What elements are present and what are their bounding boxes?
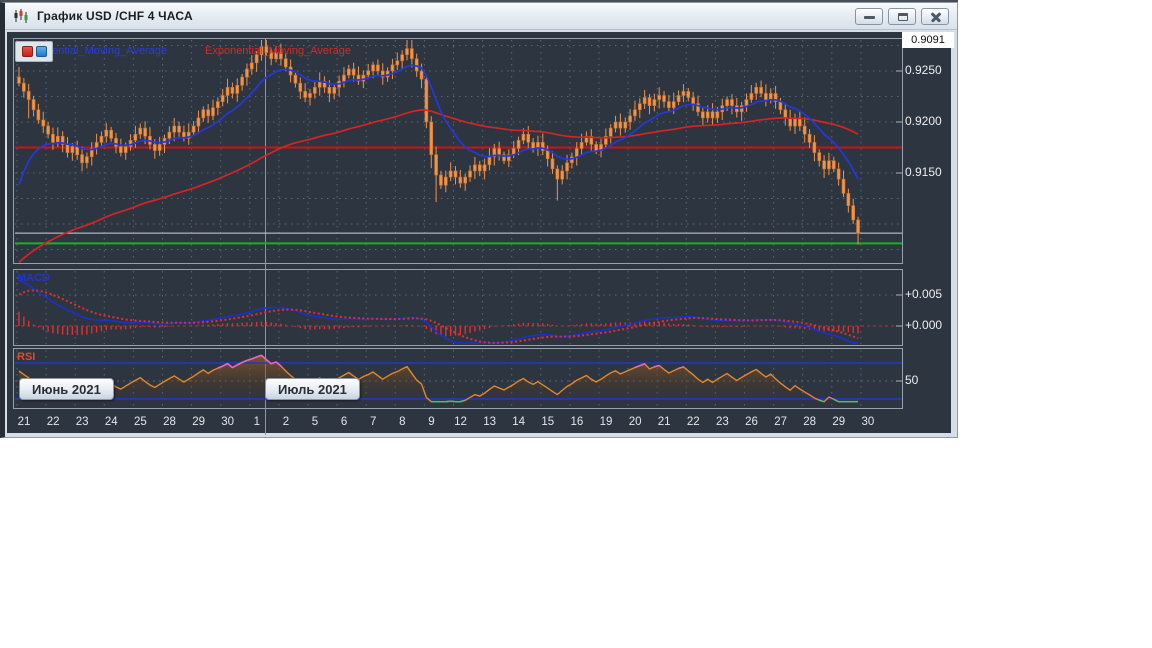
current-price-tag: 0.9091 xyxy=(902,32,954,48)
x-axis-label: 21 xyxy=(657,416,671,428)
x-axis-label: 14 xyxy=(512,416,526,428)
price-axis-label: 0.9150 xyxy=(905,165,942,179)
month-tab-june[interactable]: Июнь 2021 xyxy=(19,378,114,400)
candlestick-chart-icon xyxy=(14,9,28,23)
x-axis-label: 29 xyxy=(832,416,846,428)
close-button[interactable] xyxy=(921,8,949,25)
red-indicator-button[interactable] xyxy=(21,46,33,57)
x-axis-label: 6 xyxy=(340,416,348,428)
x-axis-label: 1 xyxy=(253,416,260,428)
window-titlebar[interactable]: График USD /CHF 4 ЧАСА xyxy=(5,3,957,30)
restore-icon xyxy=(898,13,908,21)
macd-indicator-label: MACD xyxy=(17,272,50,284)
x-axis-label: 25 xyxy=(133,416,147,428)
restore-button[interactable] xyxy=(888,8,916,25)
x-axis-label: 12 xyxy=(454,416,467,428)
x-axis-label: 30 xyxy=(221,416,235,428)
macd-axis-label: +0.000 xyxy=(905,318,943,332)
x-axis-label: 5 xyxy=(311,416,319,428)
price-axis-label: 0.9250 xyxy=(905,63,942,77)
macd-axis-label: +0.005 xyxy=(905,287,943,301)
x-axis-label: 23 xyxy=(75,416,89,428)
x-axis-label: 26 xyxy=(745,416,758,428)
price-chart-panel[interactable] xyxy=(13,38,903,264)
x-axis-label: 23 xyxy=(715,416,729,428)
x-axis-label: 20 xyxy=(628,416,642,428)
x-axis-label: 22 xyxy=(686,416,700,428)
blue-indicator-button[interactable] xyxy=(35,46,47,57)
x-axis-label: 27 xyxy=(774,416,787,428)
legend-ema-slow: Exponential_Moving_Average xyxy=(205,45,351,57)
chart-client-area: Exponential_Moving_Average Exponential_M… xyxy=(7,32,954,435)
x-axis-label: 7 xyxy=(369,416,377,428)
x-axis-label: 13 xyxy=(483,416,496,428)
minimize-button[interactable] xyxy=(855,8,883,25)
minimize-icon xyxy=(864,16,875,19)
month-tab-july[interactable]: Июль 2021 xyxy=(265,378,360,400)
window-title: График USD /CHF 4 ЧАСА xyxy=(37,9,193,23)
x-axis-label: 24 xyxy=(104,416,118,428)
x-axis-label: 21 xyxy=(17,416,31,428)
x-axis-label: 30 xyxy=(861,416,875,428)
x-axis-label: 16 xyxy=(570,416,584,428)
rsi-axis-label: 50 xyxy=(905,373,919,387)
rsi-panel[interactable] xyxy=(13,348,903,409)
x-axis-label: 2 xyxy=(282,416,290,428)
x-axis-label: 19 xyxy=(599,416,613,428)
x-axis-label: 22 xyxy=(46,416,60,428)
x-axis-label: 15 xyxy=(541,416,555,428)
x-axis-label: 28 xyxy=(803,416,817,428)
x-axis-label: 29 xyxy=(192,416,205,428)
window-controls xyxy=(855,8,949,25)
x-axis-label: 9 xyxy=(428,416,435,428)
x-axis-label: 8 xyxy=(399,416,406,428)
chart-window: График USD /CHF 4 ЧАСА Exponential_Movin… xyxy=(0,2,958,438)
x-axis-label: 28 xyxy=(163,416,176,428)
desktop: График USD /CHF 4 ЧАСА Exponential_Movin… xyxy=(0,0,1152,648)
rsi-indicator-label: RSI xyxy=(17,351,36,363)
price-axis-label: 0.9200 xyxy=(905,114,942,128)
indicator-buttons xyxy=(15,41,53,62)
macd-panel[interactable] xyxy=(13,269,903,346)
